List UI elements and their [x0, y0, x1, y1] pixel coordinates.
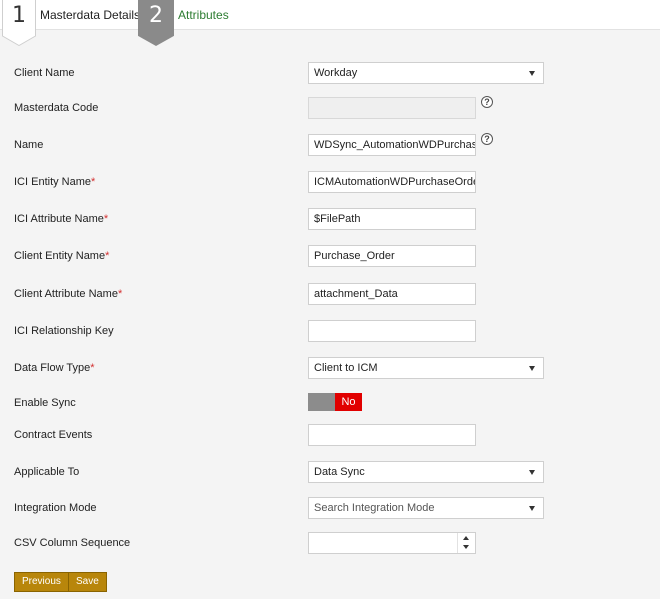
data-flow-type-select[interactable]: Client to ICM	[308, 357, 544, 379]
client-name-row: Client Name Workday	[0, 62, 660, 86]
required-marker: *	[91, 176, 96, 188]
contract-events-label: Contract Events	[14, 429, 93, 441]
step-2-label[interactable]: Attributes	[178, 8, 229, 22]
toggle-state-label: No	[335, 393, 362, 411]
name-input[interactable]: WDSync_AutomationWDPurchaseOr	[308, 134, 476, 156]
step-1-label[interactable]: Masterdata Details	[40, 8, 140, 22]
client-attribute-name-value: attachment_Data	[314, 288, 398, 300]
client-name-label: Client Name	[14, 67, 75, 79]
integration-mode-label: Integration Mode	[14, 502, 97, 514]
chevron-down-icon	[529, 71, 535, 76]
ici-attribute-name-row: ICI Attribute Name* $FilePath	[0, 208, 660, 232]
chevron-down-icon	[529, 366, 535, 371]
data-flow-type-value: Client to ICM	[314, 362, 378, 374]
integration-mode-select[interactable]: Search Integration Mode	[308, 497, 544, 519]
integration-mode-row: Integration Mode Search Integration Mode	[0, 497, 660, 521]
ici-relationship-key-label: ICI Relationship Key	[14, 325, 114, 337]
chevron-up-icon[interactable]	[463, 536, 469, 540]
masterdata-code-input	[308, 97, 476, 119]
number-stepper[interactable]	[457, 533, 475, 553]
toggle-handle	[308, 393, 335, 411]
applicable-to-row: Applicable To Data Sync	[0, 461, 660, 485]
save-button[interactable]: Save	[68, 572, 107, 592]
contract-events-input[interactable]	[308, 424, 476, 446]
client-entity-name-row: Client Entity Name* Purchase_Order	[0, 245, 660, 269]
ici-relationship-key-row: ICI Relationship Key	[0, 320, 660, 344]
integration-mode-placeholder: Search Integration Mode	[314, 502, 435, 514]
help-icon[interactable]: ?	[481, 96, 493, 108]
enable-sync-toggle[interactable]: No	[308, 393, 362, 411]
csv-column-sequence-label: CSV Column Sequence	[14, 537, 131, 549]
name-label: Name	[14, 139, 44, 151]
client-name-value: Workday	[314, 67, 358, 79]
client-attribute-name-row: Client Attribute Name* attachment_Data	[0, 283, 660, 307]
ici-attribute-name-input[interactable]: $FilePath	[308, 208, 476, 230]
ici-entity-name-row: ICI Entity Name* ICMAutomationWDPurchase…	[0, 171, 660, 195]
csv-column-sequence-row: CSV Column Sequence	[0, 532, 660, 556]
client-entity-name-label: Client Entity Name*	[14, 250, 110, 262]
chevron-down-icon	[529, 470, 535, 475]
required-marker: *	[105, 250, 110, 262]
required-marker: *	[117, 288, 123, 300]
applicable-to-label: Applicable To	[14, 466, 80, 478]
client-name-select[interactable]: Workday	[308, 62, 544, 84]
client-entity-name-input[interactable]: Purchase_Order	[308, 245, 476, 267]
ici-entity-name-value: ICMAutomationWDPurchaseOrder	[314, 176, 476, 188]
wizard-steps: 1 Masterdata Details 2 Attributes	[0, 0, 660, 46]
ici-attribute-name-value: $FilePath	[314, 213, 361, 225]
applicable-to-value: Data Sync	[314, 466, 365, 478]
ici-entity-name-input[interactable]: ICMAutomationWDPurchaseOrder	[308, 171, 476, 193]
client-attribute-name-input[interactable]: attachment_Data	[308, 283, 476, 305]
enable-sync-row: Enable Sync No	[0, 392, 660, 416]
chevron-down-icon	[529, 506, 535, 511]
previous-button[interactable]: Previous	[14, 572, 69, 592]
step-1-number: 1	[12, 3, 26, 28]
ici-entity-name-label: ICI Entity Name*	[14, 176, 96, 188]
masterdata-code-row: Masterdata Code ?	[0, 96, 660, 121]
csv-column-sequence-input[interactable]	[308, 532, 476, 554]
data-flow-type-row: Data Flow Type* Client to ICM	[0, 357, 660, 381]
contract-events-row: Contract Events	[0, 424, 660, 448]
help-icon[interactable]: ?	[481, 133, 493, 145]
masterdata-code-label: Masterdata Code	[14, 102, 99, 114]
required-marker: *	[103, 213, 109, 225]
step-2-number: 2	[149, 3, 163, 28]
client-entity-name-value: Purchase_Order	[314, 250, 395, 262]
ici-attribute-name-label: ICI Attribute Name*	[14, 213, 109, 225]
data-flow-type-label: Data Flow Type*	[14, 362, 95, 374]
enable-sync-label: Enable Sync	[14, 397, 76, 409]
ici-relationship-key-input[interactable]	[308, 320, 476, 342]
applicable-to-select[interactable]: Data Sync	[308, 461, 544, 483]
name-value: WDSync_AutomationWDPurchaseOr	[314, 139, 475, 151]
name-row: Name WDSync_AutomationWDPurchaseOr ?	[0, 133, 660, 158]
client-attribute-name-label: Client Attribute Name*	[14, 288, 123, 300]
required-marker: *	[90, 362, 95, 374]
chevron-down-icon[interactable]	[463, 545, 469, 549]
